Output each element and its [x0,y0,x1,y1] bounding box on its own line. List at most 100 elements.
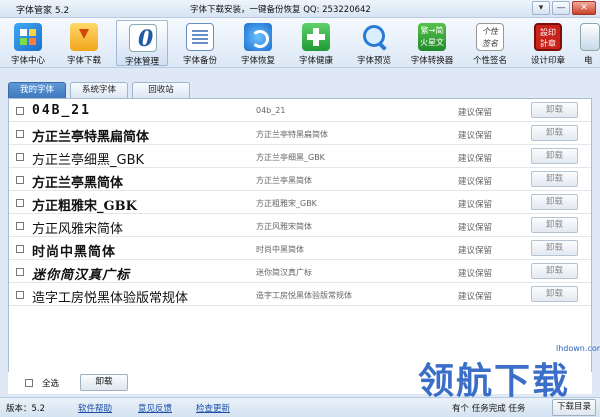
row-checkbox[interactable] [16,130,24,138]
font-sample: 造字工房悦黑体验版常规体 [32,291,189,306]
list-item: 方正粗雅宋_GBK 方正粗雅宋_GBK 建议保留 卸载 [9,191,591,214]
grid-icon [14,23,42,51]
download-folder-button[interactable]: 下载目录 [552,399,596,416]
tool-label: 字体恢复 [240,56,275,66]
row-checkbox[interactable] [16,291,24,299]
row-checkbox[interactable] [16,222,24,230]
task-status: 有个 任务完成 任务 [452,404,526,414]
font-manage-icon [129,24,157,52]
minimize-button[interactable]: — [552,1,570,15]
font-file-name: 方正兰亭细黑_GBK [256,153,325,162]
font-status: 建议保留 [458,200,493,210]
font-sample: 方正兰亭特黑扁简体 [32,130,150,145]
tab-system-fonts[interactable]: 系统字体 [70,82,128,98]
select-all-label: 全选 [42,379,60,389]
signature-icon: 个性 签名 [476,23,504,51]
list-item: 方正兰亭特黑扁简体 方正兰亭特黑扁简体 建议保留 卸载 [9,122,591,145]
uninstall-button[interactable]: 卸载 [531,217,578,233]
font-sample: 方正粗雅宋_GBK [32,199,137,214]
app-title: 字体管家 5.2 [16,6,70,16]
font-file-name: 方正粗雅宋_GBK [256,199,317,208]
font-status: 建议保留 [458,177,493,187]
uninstall-button[interactable]: 卸载 [531,125,578,141]
font-status: 建议保留 [458,154,493,164]
document-icon [186,23,214,51]
tool-label: 个性签名 [472,56,507,66]
tool-font-restore[interactable]: 字体恢复 [232,20,284,66]
font-file-name: 方正兰亭特黑扁简体 [256,130,328,139]
uninstall-button[interactable]: 卸载 [531,171,578,187]
uninstall-button[interactable]: 卸载 [531,102,578,118]
tool-signature[interactable]: 个性 签名 个性签名 [464,20,516,66]
list-item: 方正风雅宋简体 方正风雅宋简体 建议保留 卸载 [9,214,591,237]
uninstall-button[interactable]: 卸载 [531,194,578,210]
font-status: 建议保留 [458,246,493,256]
row-checkbox[interactable] [16,199,24,207]
font-sample: 方正兰亭黑简体 [32,176,124,191]
check-update-link[interactable]: 检查更新 [196,402,230,414]
row-checkbox[interactable] [16,176,24,184]
row-checkbox[interactable] [16,153,24,161]
version-label: 版本：5.2 [6,404,46,414]
font-file-name: 方正兰亭黑简体 [256,176,312,185]
close-button[interactable]: ✕ [572,1,596,15]
font-status: 建议保留 [458,269,493,279]
font-status: 建议保留 [458,292,493,302]
tool-seal-design[interactable]: 設印 計章 设计印章 [522,20,574,66]
tool-font-converter[interactable]: 繁→简 火星文 字体转换器 [406,20,458,66]
font-status: 建议保留 [458,131,493,141]
list-item: 方正兰亭细黑_GBK 方正兰亭细黑_GBK 建议保留 卸载 [9,145,591,168]
tool-font-manage[interactable]: 字体管理 [116,20,168,67]
main-toolbar: 字体中心 字体下载 字体管理 字体备份 字体恢复 字体健康 字体预览 繁→简 火… [0,18,600,68]
restore-icon [244,23,272,51]
title-bar: 字体管家 5.2 字体下载安装，一键备份恢复 QQ: 253220642 ▾ —… [0,0,600,18]
uninstall-button[interactable]: 卸载 [531,286,578,302]
tool-font-backup[interactable]: 字体备份 [174,20,226,66]
more-icon [580,23,600,51]
select-all-checkbox[interactable] [25,379,33,387]
list-item: 造字工房悦黑体验版常规体 造字工房悦黑体验版常规体 建议保留 卸载 [9,283,591,306]
font-status: 建议保留 [458,108,493,118]
font-sample: 方正兰亭细黑_GBK [32,153,145,168]
status-bar: 版本：5.2 软件帮助 意见反馈 检查更新 有个 任务完成 任务 下载目录 [0,397,600,417]
tool-font-center[interactable]: 字体中心 [2,20,54,66]
bulk-uninstall-button[interactable]: 卸载 [80,374,128,391]
tool-font-preview[interactable]: 字体预览 [348,20,400,66]
font-file-name: 迷你简汉真广标 [256,268,312,277]
font-sample: 时尚中黑简体 [32,245,117,260]
row-checkbox[interactable] [16,245,24,253]
list-item: 迷你简汉真广标 迷你简汉真广标 建议保留 卸载 [9,260,591,283]
list-item: 时尚中黑简体 时尚中黑简体 建议保留 卸载 [9,237,591,260]
font-file-name: 时尚中黑简体 [256,245,304,254]
dropdown-icon[interactable]: ▾ [532,1,550,15]
uninstall-button[interactable]: 卸载 [531,263,578,279]
tab-recycle-bin[interactable]: 回收站 [132,82,190,98]
tool-font-download[interactable]: 字体下载 [58,20,110,66]
list-item: 方正兰亭黑简体 方正兰亭黑简体 建议保留 卸载 [9,168,591,191]
uninstall-button[interactable]: 卸载 [531,240,578,256]
watermark: 领航下载 lhdown.com [418,344,600,402]
row-checkbox[interactable] [16,268,24,276]
tool-label: 字体健康 [298,56,333,66]
tool-label: 字体管理 [124,57,159,67]
tab-my-fonts[interactable]: 我的字体 [8,82,66,98]
magnifier-icon [360,23,388,51]
app-slogan: 字体下载安装，一键备份恢复 QQ: 253220642 [190,5,371,15]
font-file-name: 造字工房悦黑体验版常规体 [256,291,352,300]
row-checkbox[interactable] [16,107,24,115]
tool-label: 字体预览 [356,56,391,66]
tool-label: 电 [584,56,593,66]
font-list: 04B_21 04b_21 建议保留 卸载 方正兰亭特黑扁简体 方正兰亭特黑扁简… [8,98,592,394]
seal-icon: 設印 計章 [534,23,562,51]
uninstall-button[interactable]: 卸载 [531,148,578,164]
tool-label: 字体备份 [182,56,217,66]
help-link[interactable]: 软件帮助 [78,402,112,414]
tool-font-health[interactable]: 字体健康 [290,20,342,66]
convert-icon: 繁→简 火星文 [418,23,446,51]
feedback-link[interactable]: 意见反馈 [138,402,172,414]
tool-more[interactable]: 电 [580,20,600,66]
font-file-name: 方正风雅宋简体 [256,222,312,231]
font-status: 建议保留 [458,223,493,233]
tool-label: 设计印章 [530,56,565,66]
tool-label: 字体下载 [66,56,101,66]
